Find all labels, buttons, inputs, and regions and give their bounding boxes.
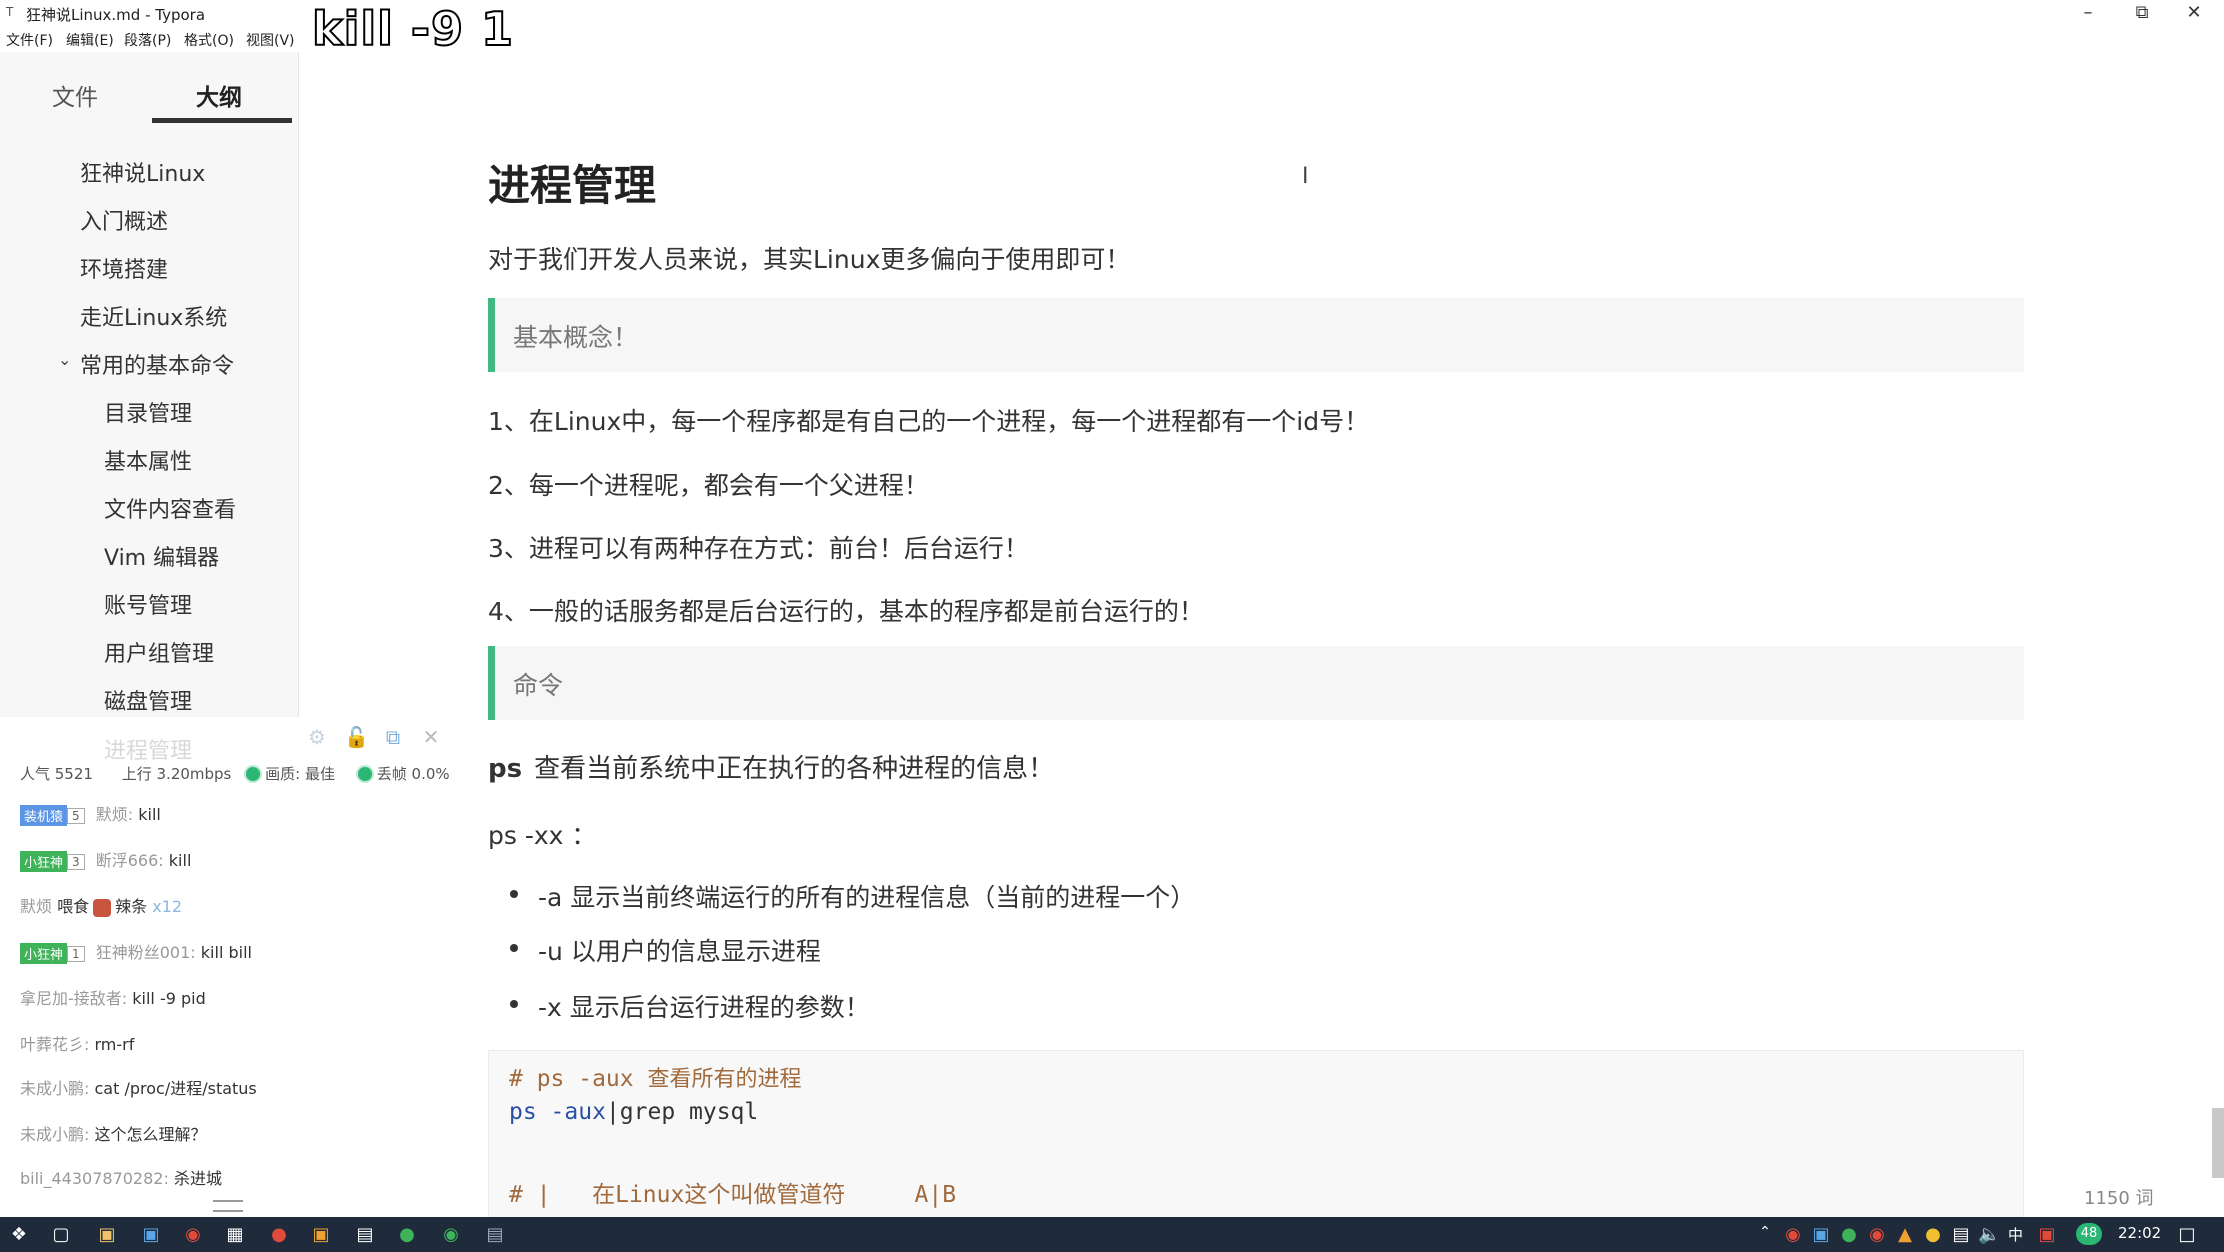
outline-item[interactable]: 文件内容查看 xyxy=(104,492,236,524)
chevron-down-icon[interactable]: ⌄ xyxy=(58,350,71,369)
ps-description: 查看当前系统中正在执行的各种进程的信息！ xyxy=(534,754,1055,784)
outline-item[interactable]: 账号管理 xyxy=(104,588,192,620)
outline-item[interactable]: 环境搭建 xyxy=(80,252,168,284)
typora-icon[interactable]: ▦ xyxy=(224,1224,246,1246)
tray-wechat-icon[interactable]: ● xyxy=(1838,1224,1860,1246)
gift-icon xyxy=(93,898,112,917)
chat-message: 未成小鹏: cat /proc/进程/status xyxy=(20,1079,257,1098)
volume-icon[interactable]: 🔈 xyxy=(1978,1224,2000,1246)
file-explorer-icon[interactable]: ▣ xyxy=(96,1224,118,1246)
app-icon[interactable]: ▤ xyxy=(354,1224,376,1246)
outline-item[interactable]: 常用的基本命令 xyxy=(80,348,234,380)
windows-start-icon[interactable]: ❖ xyxy=(8,1224,30,1246)
menu-format[interactable]: 格式(O) xyxy=(184,30,234,50)
browser-icon[interactable]: ◉ xyxy=(182,1224,204,1246)
tray-app-icon[interactable]: ◉ xyxy=(1866,1224,1888,1246)
concept-point: 4、一般的话服务都是后台运行的，基本的程序都是前台运行的！ xyxy=(488,597,1204,626)
tray-app-icon[interactable]: ● xyxy=(1922,1224,1944,1246)
scrollbar-thumb[interactable] xyxy=(2212,1108,2224,1178)
menu-paragraph[interactable]: 段落(P) xyxy=(124,30,171,50)
code-block[interactable]: # ps -aux 查看所有的进程 ps -aux|grep mysql # |… xyxy=(488,1050,2024,1220)
outline-item[interactable]: 用户组管理 xyxy=(104,636,214,668)
chat-message: 装机猿 5 默烦: kill xyxy=(20,801,161,826)
list-item: -x 显示后台运行进程的参数！ xyxy=(510,988,870,1024)
app-icon[interactable]: ▣ xyxy=(140,1224,162,1246)
list-item: -a 显示当前终端运行的所有的进程信息（当前的进程一个） xyxy=(510,878,1195,914)
chat-message: bili_44307870282: 杀进城 xyxy=(20,1169,222,1188)
tab-files[interactable]: 文件 xyxy=(52,78,98,112)
concept-point: 1、在Linux中，每一个程序都是有自己的一个进程，每一个进程都有一个id号！ xyxy=(488,407,1370,436)
popularity-count: 人气 5521 xyxy=(20,765,93,783)
concept-point: 3、进程可以有两种存在方式：前台！后台运行！ xyxy=(488,534,1029,563)
fan-badge: 装机猿 xyxy=(20,805,68,826)
tray-expand-icon[interactable]: ⌃ xyxy=(1754,1224,1776,1246)
intro-paragraph: 对于我们开发人员来说，其实Linux更多偏向于使用即可！ xyxy=(488,245,1131,274)
outline-item[interactable]: 进程管理 xyxy=(104,733,192,765)
ps-command-line: ps 查看当前系统中正在执行的各种进程的信息！ xyxy=(488,748,1054,785)
blockquote: 基本概念！ xyxy=(488,298,2024,372)
typora-app-icon: T xyxy=(6,5,14,19)
tab-outline[interactable]: 大纲 xyxy=(196,78,242,112)
status-dot-icon xyxy=(244,764,263,783)
outline-item[interactable]: Vim 编辑器 xyxy=(104,540,219,572)
ps-command: ps xyxy=(488,754,523,784)
upload-rate: 上行 3.20mbps xyxy=(121,765,232,783)
list-item: -u 以用户的信息显示进程 xyxy=(510,932,821,968)
blockquote: 命令 xyxy=(488,646,2024,720)
fan-badge: 小狂神 xyxy=(20,943,68,964)
editor-pane[interactable]: 进程管理 I 对于我们开发人员来说，其实Linux更多偏向于使用即可！ 基本概念… xyxy=(300,52,2224,1220)
section-heading: 进程管理 xyxy=(488,161,657,210)
tray-app-icon[interactable]: ▣ xyxy=(2036,1224,2058,1246)
wechat-icon[interactable]: ◉ xyxy=(440,1224,462,1246)
menu-edit[interactable]: 编辑(E) xyxy=(66,30,114,50)
tray-app-icon[interactable]: ▲ xyxy=(1894,1224,1916,1246)
notification-center-icon[interactable]: □ xyxy=(2176,1224,2198,1246)
menu-view[interactable]: 视图(V) xyxy=(246,30,295,50)
close-button[interactable]: ✕ xyxy=(2172,2,2216,26)
window-title: 狂神说Linux.md - Typora xyxy=(26,6,206,24)
code-line: ps -aux|grep mysql xyxy=(509,1099,759,1125)
app-icon[interactable]: ● xyxy=(268,1224,290,1246)
active-tab-indicator xyxy=(152,118,292,123)
outline-item[interactable]: 入门概述 xyxy=(80,204,168,236)
sidebar: 文件 大纲 狂神说Linux 入门概述 环境搭建 走近Linux系统 ⌄ 常用的… xyxy=(0,52,299,717)
outline-item[interactable]: 磁盘管理 xyxy=(104,684,192,716)
menu-bar: 文件(F) 编辑(E) 段落(P) 格式(O) 视图(V) xyxy=(0,28,600,52)
menu-file[interactable]: 文件(F) xyxy=(6,30,53,50)
ps-options-title: ps -xx ： xyxy=(488,821,597,850)
chat-message: 未成小鹏: 这个怎么理解？ xyxy=(20,1125,207,1144)
app-icon[interactable]: ▤ xyxy=(484,1224,506,1246)
chat-message: 拿尼加-接敌者: kill -9 pid xyxy=(20,989,206,1008)
app-icon[interactable]: ▣ xyxy=(310,1224,332,1246)
outline-item[interactable]: 目录管理 xyxy=(104,396,192,428)
input-method-indicator[interactable]: 中 xyxy=(2008,1224,2023,1245)
outline-item[interactable]: 基本属性 xyxy=(104,444,192,476)
blockquote-text: 命令 xyxy=(513,671,564,700)
outline-item[interactable]: 狂神说Linux xyxy=(80,156,205,188)
code-line: # | 在Linux这个叫做管道符 A|B xyxy=(509,1182,957,1208)
text-cursor-icon: I xyxy=(1302,164,1309,189)
word-count[interactable]: 1150 词 xyxy=(2084,1184,2154,1210)
tray-app-icon[interactable]: ◉ xyxy=(1782,1224,1804,1246)
minimize-button[interactable]: – xyxy=(2066,2,2110,26)
blockquote-text: 基本概念！ xyxy=(513,323,639,352)
outline-item[interactable]: 走近Linux系统 xyxy=(80,300,227,332)
panel-resize-handle[interactable] xyxy=(213,1200,243,1212)
app-icon[interactable]: ● xyxy=(396,1224,418,1246)
chat-message: 小狂神 1 狂神粉丝001: kill bill xyxy=(20,939,252,964)
chat-message: 小狂神 3 断浮666: kill xyxy=(20,847,191,872)
restore-button[interactable]: ⧉ xyxy=(2120,2,2164,26)
fan-badge: 小狂神 xyxy=(20,851,68,872)
code-line: # ps -aux 查看所有的进程 xyxy=(509,1066,802,1092)
concept-point: 2、每一个进程呢，都会有一个父进程！ xyxy=(488,471,929,500)
notification-badge[interactable]: 48 xyxy=(2076,1223,2102,1245)
chat-gift-message: 默烦 喂食 辣条 x12 xyxy=(20,897,183,917)
taskbar: ❖ ▢ ▣ ▣ ◉ ▦ ● ▣ ▤ ● ◉ ▤ ⌃ ◉ ▣ ● ◉ ▲ ● ▤ … xyxy=(0,1217,2224,1252)
chat-message: 叶葬花彡: rm-rf xyxy=(20,1035,135,1054)
network-icon[interactable]: ▤ xyxy=(1950,1224,1972,1246)
task-view-icon[interactable]: ▢ xyxy=(50,1224,72,1246)
tray-app-icon[interactable]: ▣ xyxy=(1810,1224,1832,1246)
system-clock[interactable]: 22:02 xyxy=(2118,1224,2161,1242)
